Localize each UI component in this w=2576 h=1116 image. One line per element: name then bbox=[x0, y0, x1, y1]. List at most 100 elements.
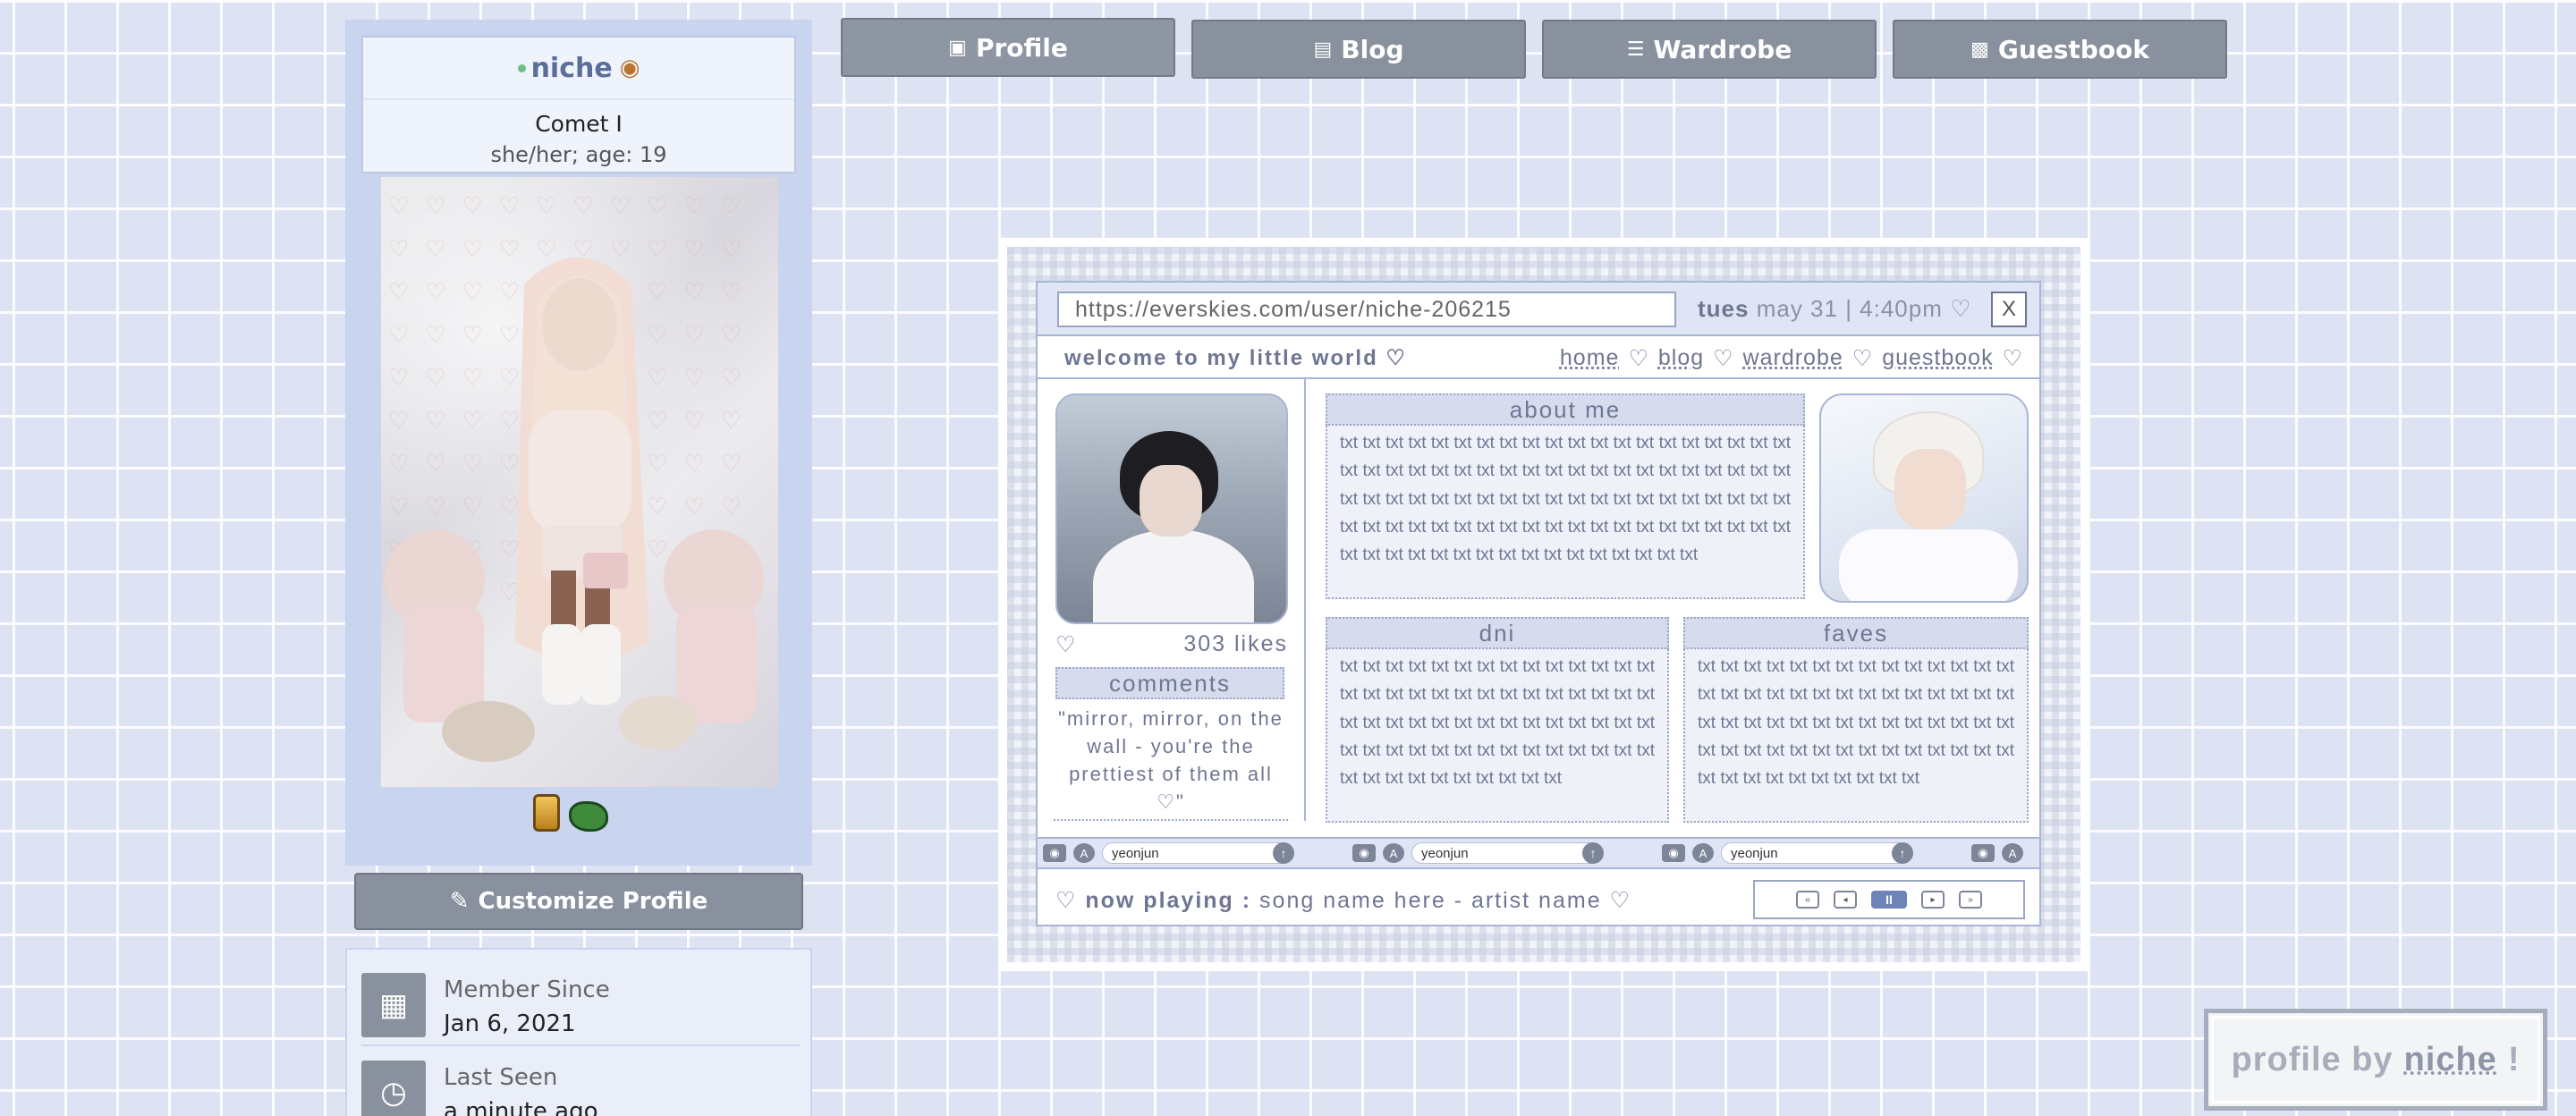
secondary-photo bbox=[1819, 393, 2029, 603]
app-store-icon[interactable]: A bbox=[1692, 843, 1714, 863]
palette-icon: ✎ bbox=[449, 888, 470, 915]
skip-back-icon[interactable]: « bbox=[1796, 891, 1819, 909]
lantern-badge-icon[interactable] bbox=[533, 794, 560, 832]
dni-heading: dni bbox=[1326, 617, 1669, 649]
mini-widget: ◉ A bbox=[1971, 842, 2023, 864]
tab-blog-label: Blog bbox=[1341, 34, 1404, 64]
mini-field-value: yeonjun bbox=[1421, 846, 1469, 861]
mini-widget: ◉ A yeonjun ↑ bbox=[1662, 842, 1913, 864]
tab-guestbook-label: Guestbook bbox=[1997, 34, 2149, 64]
camera-icon[interactable]: ◉ bbox=[1971, 844, 1995, 862]
notebook-icon: ▤ bbox=[1313, 38, 1333, 61]
frog-badge-icon[interactable] bbox=[569, 801, 608, 832]
heart-separator: ♡ bbox=[1713, 346, 1734, 371]
app-store-icon[interactable]: A bbox=[2002, 843, 2023, 863]
dresser-icon: ☰ bbox=[1626, 38, 1645, 61]
credit-name-link[interactable]: niche bbox=[2404, 1041, 2497, 1079]
mini-player-bar: ◉ A yeonjun ↑ ◉ A yeonjun ↑ ◉ A yeonjun ↑ ◉… bbox=[1038, 837, 2039, 869]
mini-text-field[interactable]: yeonjun ↑ bbox=[1721, 842, 1913, 864]
nav-home-link[interactable]: home bbox=[1560, 345, 1620, 372]
app-store-icon[interactable]: A bbox=[1383, 843, 1404, 863]
day-text: tues bbox=[1698, 295, 1750, 322]
arrow-up-icon[interactable]: ↑ bbox=[1273, 842, 1294, 864]
quote-text: "mirror, mirror, on the wall - you're th… bbox=[1054, 705, 1288, 821]
app-store-icon[interactable]: A bbox=[1073, 843, 1095, 863]
nav-wardrobe-link[interactable]: wardrobe bbox=[1743, 345, 1843, 372]
arrow-up-icon[interactable]: ↑ bbox=[1892, 842, 1913, 864]
member-since-row: ▦ Member Since Jan 6, 2021 bbox=[361, 962, 800, 1046]
skip-forward-icon[interactable]: » bbox=[1959, 891, 1982, 909]
snail-icon: ◉ bbox=[619, 55, 640, 81]
now-playing-label: now playing : bbox=[1085, 888, 1252, 913]
credit-suffix: ! bbox=[2507, 1040, 2521, 1078]
previous-icon[interactable]: ◂ bbox=[1834, 891, 1857, 909]
avatar-figure bbox=[385, 258, 764, 762]
mini-text-field[interactable]: yeonjun ↑ bbox=[1102, 842, 1294, 864]
nav-guestbook-link[interactable]: guestbook bbox=[1882, 345, 1993, 372]
profile-card: niche ◉ Comet I she/her; age: 19 ♡♡♡♡♡♡♡… bbox=[345, 20, 812, 866]
custom-profile-frame: https://everskies.com/user/niche-206215 … bbox=[998, 238, 2089, 971]
gingham-border: https://everskies.com/user/niche-206215 … bbox=[1007, 247, 2080, 962]
arrow-up-icon[interactable]: ↑ bbox=[1582, 842, 1604, 864]
tab-profile[interactable]: ▣ Profile bbox=[841, 18, 1175, 77]
speech-book-icon: ▩ bbox=[1970, 38, 1989, 61]
mini-text-field[interactable]: yeonjun ↑ bbox=[1411, 842, 1604, 864]
close-button[interactable]: X bbox=[1991, 292, 2027, 327]
mini-field-value: yeonjun bbox=[1731, 846, 1778, 861]
avatar-image: ♡♡♡♡♡♡♡♡♡♡♡♡♡♡♡♡♡♡♡♡♡♡♡♡ ♡♡♡♡♡♡♡♡♡♡♡♡♡♡♡♡… bbox=[381, 177, 778, 787]
customize-profile-button[interactable]: ✎ Customize Profile bbox=[354, 873, 803, 930]
username: niche bbox=[530, 52, 613, 84]
about-me-heading: about me bbox=[1326, 393, 1805, 426]
tab-wardrobe[interactable]: ☰ Wardrobe bbox=[1542, 20, 1877, 79]
tab-guestbook[interactable]: ▩ Guestbook bbox=[1893, 20, 2227, 79]
nav-row: welcome to my little world ♡ home ♡ blog… bbox=[1038, 336, 2039, 379]
badges-row bbox=[533, 794, 608, 832]
tab-blog[interactable]: ▤ Blog bbox=[1191, 20, 1526, 79]
tab-profile-label: Profile bbox=[975, 32, 1068, 63]
mini-widget: ◉ A yeonjun ↑ bbox=[1352, 842, 1604, 864]
member-since-label: Member Since bbox=[444, 976, 610, 1003]
likes-count: 303 likes bbox=[1183, 631, 1288, 656]
comments-heading: comments bbox=[1055, 667, 1284, 699]
welcome-text: welcome to my little world ♡ bbox=[1064, 346, 1407, 370]
online-status-dot bbox=[517, 63, 526, 72]
username-row: niche ◉ bbox=[363, 38, 794, 100]
url-field: https://everskies.com/user/niche-206215 bbox=[1057, 292, 1676, 327]
music-controls: « ◂ II ▸ » bbox=[1753, 880, 2025, 919]
mini-field-value: yeonjun bbox=[1112, 846, 1159, 861]
heart-separator: ♡ bbox=[2002, 346, 2023, 371]
id-card-icon: ▣ bbox=[948, 36, 967, 59]
last-seen-row: ◷ Last Seen a minute ago bbox=[361, 1050, 800, 1116]
next-icon[interactable]: ▸ bbox=[1921, 891, 1945, 909]
profile-sidebar: niche ◉ Comet I she/her; age: 19 ♡♡♡♡♡♡♡… bbox=[345, 20, 812, 1116]
about-me-text: txt txt txt txt txt txt txt txt txt txt … bbox=[1326, 426, 1805, 599]
camera-icon[interactable]: ◉ bbox=[1662, 844, 1685, 862]
like-heart-icon[interactable]: ♡ bbox=[1055, 631, 1077, 658]
member-stats: ▦ Member Since Jan 6, 2021 ◷ Last Seen a… bbox=[345, 948, 812, 1116]
custom-profile-window: https://everskies.com/user/niche-206215 … bbox=[1036, 281, 2041, 926]
dni-text: txt txt txt txt txt txt txt txt txt txt … bbox=[1326, 649, 1669, 823]
nav-blog-link[interactable]: blog bbox=[1658, 345, 1704, 372]
faves-heading: faves bbox=[1683, 617, 2029, 649]
calendar-icon: ▦ bbox=[361, 973, 426, 1037]
profile-credit: profile by niche ! bbox=[2204, 1009, 2547, 1111]
camera-icon[interactable]: ◉ bbox=[1352, 844, 1376, 862]
clock-icon: ◷ bbox=[361, 1061, 426, 1116]
last-seen-value: a minute ago bbox=[444, 1098, 598, 1116]
last-seen-label: Last Seen bbox=[444, 1064, 558, 1091]
camera-icon[interactable]: ◉ bbox=[1043, 844, 1066, 862]
now-playing-song: song name here - artist name ♡ bbox=[1259, 888, 1631, 913]
member-since-value: Jan 6, 2021 bbox=[444, 1010, 576, 1037]
mini-widget: ◉ A yeonjun ↑ bbox=[1043, 842, 1294, 864]
left-column: ♡ 303 likes comments "mirror, mirror, on… bbox=[1038, 379, 1306, 821]
fake-browser-bar: https://everskies.com/user/niche-206215 … bbox=[1038, 283, 2039, 336]
user-info: she/her; age: 19 bbox=[490, 142, 667, 167]
nav-links: home ♡ blog ♡ wardrobe ♡ guestbook ♡ bbox=[1560, 345, 2023, 372]
credit-prefix: profile by bbox=[2231, 1040, 2394, 1078]
pause-icon[interactable]: II bbox=[1871, 891, 1907, 909]
faves-text: txt txt txt txt txt txt txt txt txt txt … bbox=[1683, 649, 2029, 823]
heart-separator: ♡ bbox=[1852, 346, 1874, 371]
now-playing: ♡ now playing : song name here - artist … bbox=[1055, 887, 1631, 914]
name-box: niche ◉ Comet I she/her; age: 19 bbox=[361, 36, 796, 173]
heart-separator: ♡ bbox=[1628, 346, 1649, 371]
